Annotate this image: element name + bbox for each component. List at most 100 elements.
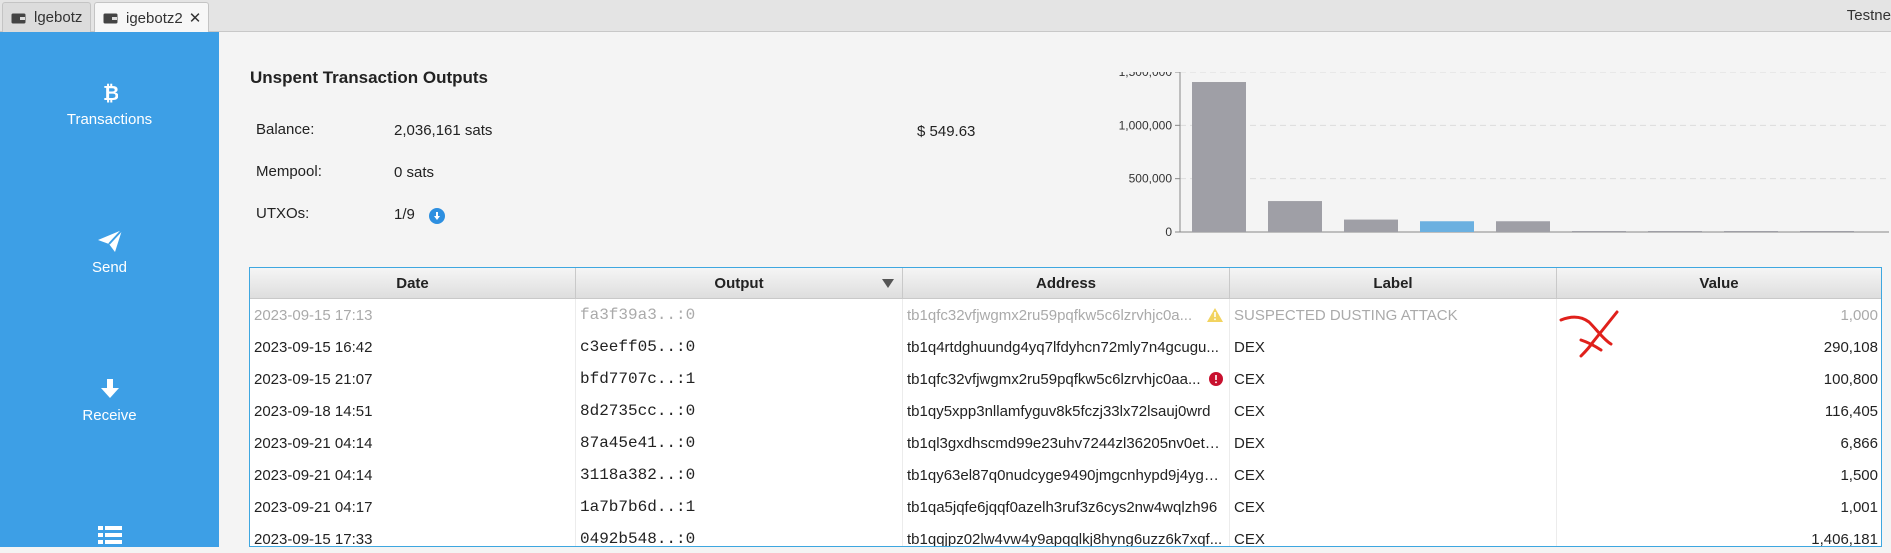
sidebar-item-utxos[interactable] — [0, 522, 219, 553]
cell-value: 1,406,181 — [1811, 530, 1878, 547]
column-header-label: Address — [1035, 274, 1097, 292]
tab-lgebotz[interactable]: lgebotz — [2, 2, 91, 32]
address-text: tb1qqjpz02lw4vw4y9apqqlkj8hyng6uzz6k7xqf… — [907, 530, 1223, 547]
error-icon — [1209, 372, 1223, 386]
column-header-value[interactable]: Value — [1557, 268, 1881, 298]
y-tick-label: 1,500,000 — [1119, 72, 1173, 79]
list-icon — [97, 522, 122, 548]
y-tick-label: 1,000,000 — [1119, 118, 1173, 132]
table-row[interactable]: 2023-09-15 17:33 0492b548..:0 tb1qqjpz02lw… — [250, 523, 1881, 547]
cell-label: CEX — [1230, 395, 1557, 427]
chart-bar[interactable] — [1572, 231, 1626, 232]
close-icon[interactable]: ✕ — [189, 9, 202, 27]
cell-address: tb1qfc32vfjwgmx2ru59pqfkw5c6lzrvhjc0a... — [903, 299, 1230, 331]
wallet-icon — [11, 12, 26, 24]
cell-date: 2023-09-15 17:13 — [250, 299, 576, 331]
column-header-date[interactable]: Date — [250, 268, 576, 298]
sidebar: ₿ Transactions Send Receive — [0, 32, 219, 547]
utxo-panel: Unspent Transaction Outputs Balance: 2,0… — [219, 32, 1891, 547]
cell-output: 0492b548..:0 — [576, 523, 903, 546]
network-label: Testne — [1846, 7, 1891, 24]
utxo-bar-chart: 0 500,000 1,000,000 1,500,000 — [1119, 72, 1889, 237]
page-title: Unspent Transaction Outputs — [250, 68, 489, 87]
column-header-label-col[interactable]: Label — [1230, 268, 1557, 298]
utxos-value: 1/9 — [394, 206, 415, 223]
cell-output: bfd7707c..:1 — [576, 363, 903, 395]
balance-label: Balance: — [256, 121, 315, 138]
sort-desc-icon — [882, 279, 894, 288]
utxos-count: 1/9 — [394, 206, 445, 224]
cell-address: tb1qa5jqfe6jqqf0azelh3ruf3z6cys2nw4wqlzh… — [903, 491, 1230, 523]
cell-value: 6,866 — [1840, 434, 1878, 452]
cell-date: 2023-09-21 04:17 — [250, 491, 576, 523]
svg-text:₿: ₿ — [103, 82, 118, 104]
cell-date: 2023-09-18 14:51 — [250, 395, 576, 427]
tab-label: igebotz2 — [126, 9, 183, 27]
cell-output: 1a7b7b6d..:1 — [576, 491, 903, 523]
tab-igebotz2[interactable]: igebotz2 ✕ — [94, 2, 209, 33]
cell-value: 1,000 — [1840, 306, 1878, 324]
download-icon[interactable] — [428, 208, 445, 224]
cell-label: CEX — [1230, 363, 1557, 395]
table-row[interactable]: 2023-09-15 17:13 fa3f39a3..:0 tb1qfc32vfjw… — [250, 299, 1881, 331]
cell-date: 2023-09-21 04:14 — [250, 427, 576, 459]
sidebar-item-send[interactable]: Send — [0, 228, 219, 276]
cell-label: CEX — [1230, 523, 1557, 546]
sidebar-item-label: Receive — [82, 407, 137, 424]
table-row[interactable]: 2023-09-15 21:07 bfd7707c..:1 tb1qfc32vfjw… — [250, 363, 1881, 395]
chart-bar[interactable] — [1344, 219, 1398, 232]
address-text: tb1qy63el87q0nudcyge9490jmgcnhypd9j4ygs.… — [907, 466, 1223, 484]
table-body: 2023-09-15 17:13 fa3f39a3..:0 tb1qfc32vfjw… — [250, 299, 1881, 547]
cell-label: SUSPECTED DUSTING ATTACK — [1230, 299, 1557, 331]
y-tick-label: 500,000 — [1129, 172, 1173, 186]
table-row[interactable]: 2023-09-21 04:17 1a7b7b6d..:1 tb1qa5jqfe6j… — [250, 491, 1881, 523]
cell-address: tb1q4rtdghuundg4yq7lfdyhcn72mly7n4gcugu.… — [903, 331, 1230, 363]
column-header-address[interactable]: Address — [903, 268, 1230, 298]
sidebar-item-transactions[interactable]: ₿ Transactions — [0, 80, 219, 128]
cell-output: c3eeff05..:0 — [576, 331, 903, 363]
chart-bar[interactable] — [1268, 201, 1322, 232]
sidebar-item-receive[interactable]: Receive — [0, 376, 219, 424]
cell-date: 2023-09-15 16:42 — [250, 331, 576, 363]
table-row[interactable]: 2023-09-21 04:14 3118a382..:0 tb1qy63el87q… — [250, 459, 1881, 491]
cell-value: 1,001 — [1840, 498, 1878, 516]
cell-address: tb1qfc32vfjwgmx2ru59pqfkw5c6lzrvhjc0aa..… — [903, 363, 1230, 395]
cell-label: CEX — [1230, 491, 1557, 523]
paper-plane-icon — [97, 228, 123, 254]
cell-output: 3118a382..:0 — [576, 459, 903, 491]
cell-output: 8d2735cc..:0 — [576, 395, 903, 427]
chart-bar[interactable] — [1420, 221, 1474, 232]
address-text: tb1qy5xpp3nllamfyguv8k5fczj33lx72lsauj0w… — [907, 402, 1211, 420]
column-header-label: Value — [1699, 274, 1739, 292]
bitcoin-icon: ₿ — [102, 80, 118, 106]
cell-address: tb1qy5xpp3nllamfyguv8k5fczj33lx72lsauj0w… — [903, 395, 1230, 427]
table-row[interactable]: 2023-09-15 16:42 c3eeff05..:0 tb1q4rtdghuu… — [250, 331, 1881, 363]
chart-bar[interactable] — [1724, 231, 1778, 232]
table-row[interactable]: 2023-09-21 04:14 87a45e41..:0 tb1ql3gxdhsc… — [250, 427, 1881, 459]
cell-label: CEX — [1230, 459, 1557, 491]
cell-value: 100,800 — [1823, 370, 1878, 388]
arrow-down-icon — [99, 376, 121, 402]
cell-value: 290,108 — [1823, 338, 1878, 356]
cell-value: 1,500 — [1840, 466, 1878, 484]
chart-bar[interactable] — [1648, 231, 1702, 232]
sidebar-item-label: Transactions — [66, 111, 153, 128]
wallet-icon — [103, 12, 118, 24]
balance-value: 2,036,161 sats — [394, 122, 493, 139]
column-header-output[interactable]: Output — [576, 268, 903, 298]
balance-fiat: $ 549.63 — [917, 123, 976, 140]
chart-bar[interactable] — [1496, 221, 1550, 232]
address-text: tb1qfc32vfjwgmx2ru59pqfkw5c6lzrvhjc0a... — [907, 306, 1193, 324]
cell-label: DEX — [1230, 427, 1557, 459]
tab-bar: lgebotz igebotz2 ✕ Testne — [0, 0, 1891, 33]
table-row[interactable]: 2023-09-18 14:51 8d2735cc..:0 tb1qy5xpp3nl… — [250, 395, 1881, 427]
address-text: tb1qfc32vfjwgmx2ru59pqfkw5c6lzrvhjc0aa..… — [907, 370, 1201, 388]
utxo-table: Date Output Address Label Value 2023-09-… — [249, 267, 1882, 547]
address-text: tb1qa5jqfe6jqqf0azelh3ruf3z6cys2nw4wqlzh… — [907, 498, 1218, 516]
chart-bar[interactable] — [1800, 231, 1854, 232]
tab-label: lgebotz — [34, 9, 83, 26]
chart-bar[interactable] — [1192, 82, 1246, 233]
address-text: tb1q4rtdghuundg4yq7lfdyhcn72mly7n4gcugu.… — [907, 338, 1219, 356]
cell-date: 2023-09-21 04:14 — [250, 459, 576, 491]
address-text: tb1ql3gxdhscmd99e23uhv7244zl36205nv0et3.… — [907, 434, 1223, 452]
